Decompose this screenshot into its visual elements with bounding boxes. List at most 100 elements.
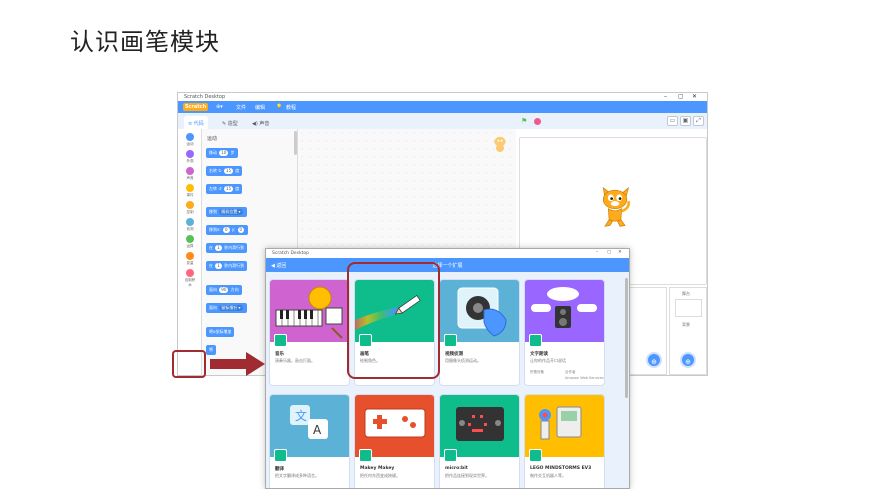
block-input[interactable]: 90	[219, 287, 229, 293]
block-point-direction[interactable]: 面向 90 方向	[206, 285, 242, 295]
card-name: 视频侦测	[445, 352, 463, 357]
block-goto-xy[interactable]: 移到x: 0 y: 0	[206, 225, 249, 235]
file-menu[interactable]: 文件	[236, 104, 246, 111]
choose-backdrop-button[interactable]: ⊕	[680, 352, 696, 368]
window-titlebar: Scratch Desktop – ▢ ✕	[178, 93, 707, 101]
card-name: 音乐	[275, 352, 284, 357]
close-button[interactable]: ✕	[692, 93, 697, 100]
block-glide-xy[interactable]: 在 1 秒内滑行到	[206, 261, 248, 271]
extension-card-music[interactable]: 音乐 演奏乐器，敲击打鼓。	[269, 279, 350, 386]
music-note-icon	[274, 334, 287, 347]
palette-title: 运动	[207, 136, 218, 142]
card-description: 把任何东西变成按键。	[360, 473, 400, 478]
card-name: 翻译	[275, 467, 284, 472]
dialog-minimize-button[interactable]: –	[596, 250, 598, 255]
card-description: 用摄像头侦测运动。	[445, 358, 481, 363]
block-input[interactable]: 0	[237, 227, 245, 233]
card-collaborator-name: Amazon Web Services	[565, 376, 604, 380]
block-text: 移到	[209, 209, 217, 214]
tutorial-menu[interactable]: 教程	[286, 104, 296, 111]
block-input[interactable]: 1	[215, 245, 222, 251]
extension-card-text-to-speech[interactable]: 文字朗读 让你的作品开口说话 所需设备 合作者 Amazon Web Servi…	[524, 279, 605, 386]
block-text: 秒内滑行到	[224, 263, 245, 268]
extension-grid: 音乐 演奏乐器，敲击打鼓。 画笔 绘制角色。 视频侦测 用摄像头侦测运动。 文字…	[266, 272, 629, 488]
add-backdrop-icon: ⊕	[685, 358, 691, 366]
dialog-titlebar: Scratch Desktop – ▢ ✕	[266, 249, 629, 258]
window-title: Scratch Desktop	[184, 94, 226, 100]
block-input[interactable]: 10	[219, 150, 229, 156]
block-input[interactable]: 15	[223, 168, 234, 174]
block-text: 右转	[209, 168, 217, 173]
extension-card-microbit[interactable]: micro:bit 把作品连接到现实世界。	[439, 394, 520, 488]
dialog-maximize-button[interactable]: ▢	[607, 250, 611, 255]
dialog-title: 选择一个扩展	[432, 263, 463, 269]
dialog-window-title: Scratch Desktop	[272, 251, 310, 256]
block-turn-left[interactable]: 左转 ↺ 15 度	[206, 184, 243, 194]
tab-code[interactable]: ≡ 代码	[184, 116, 208, 129]
category-sound[interactable]: 声音	[184, 167, 196, 181]
edit-menu[interactable]: 编辑	[255, 104, 265, 111]
category-looks[interactable]: 外观	[184, 150, 196, 164]
palette-scrollbar[interactable]	[294, 131, 297, 155]
maximize-button[interactable]: ▢	[678, 93, 684, 100]
translate-illustration-icon: 文 A	[270, 395, 349, 457]
extension-card-translate[interactable]: 文 A 翻译 把文字翻译成多种语言。	[269, 394, 350, 488]
microbit-illustration-icon	[440, 395, 519, 457]
block-dropdown[interactable]: 随机位置 ▾	[219, 209, 243, 215]
category-motion[interactable]: 运动	[184, 133, 196, 147]
stop-icon[interactable]	[534, 118, 541, 125]
category-label: 变量	[186, 261, 194, 265]
block-text: 面向	[209, 287, 217, 292]
minimize-button[interactable]: –	[664, 93, 667, 100]
category-control[interactable]: 控制	[184, 201, 196, 215]
fullscreen-button[interactable]: ⤢	[693, 116, 704, 126]
block-text: 左转	[209, 186, 217, 191]
block-text: 移动	[209, 150, 217, 155]
block-dropdown[interactable]: 鼠标指针 ▾	[219, 305, 243, 311]
choose-sprite-button[interactable]: ⊕	[646, 352, 662, 368]
language-menu[interactable]: ⊕▾	[216, 104, 223, 110]
speech-icon	[529, 334, 542, 347]
menubar: Scratch ⊕▾ 文件 编辑 💡 教程	[178, 101, 707, 113]
block-goto[interactable]: 移到 随机位置 ▾	[206, 207, 247, 217]
block-change-x[interactable]: 将x坐标增加	[206, 327, 235, 337]
extension-button-highlight	[172, 350, 206, 378]
scratch-cat-sprite[interactable]	[598, 186, 632, 228]
card-description: 把作品连接到现实世界。	[445, 473, 489, 478]
category-dot	[186, 201, 194, 209]
block-move[interactable]: 移动 10 步	[206, 148, 238, 158]
category-dot	[186, 218, 194, 226]
category-label: 运动	[186, 142, 194, 146]
tab-costumes[interactable]: ✎ 造型	[218, 116, 242, 129]
block-input[interactable]: 1	[215, 263, 222, 269]
stage-thumbnail[interactable]	[675, 299, 702, 317]
block-turn-right[interactable]: 右转 ↻ 15 度	[206, 166, 243, 176]
block-text: 秒内滑行到	[224, 245, 245, 250]
large-stage-button[interactable]: ▣	[680, 116, 691, 126]
extension-card-video-sensing[interactable]: 视频侦测 用摄像头侦测运动。	[439, 279, 520, 386]
category-operators[interactable]: 运算	[184, 235, 196, 249]
small-stage-button[interactable]: ▭	[667, 116, 678, 126]
category-dot	[186, 133, 194, 141]
category-myblocks[interactable]: 自制积木	[184, 269, 196, 288]
block-text: 将x坐标增加	[209, 329, 232, 334]
green-flag-icon[interactable]: ⚑	[521, 118, 527, 125]
dialog-close-button[interactable]: ✕	[618, 250, 622, 255]
extension-card-makey-makey[interactable]: Makey Makey 把任何东西变成按键。	[354, 394, 435, 488]
block-text: 在	[209, 263, 213, 268]
block-input[interactable]: 0	[223, 227, 230, 233]
block-input[interactable]: 15	[223, 186, 234, 192]
block-point-towards[interactable]: 面向 鼠标指针 ▾	[206, 303, 247, 313]
tab-sounds[interactable]: ◀) 声音	[248, 116, 273, 129]
category-events[interactable]: 事件	[184, 184, 196, 198]
rotate-left-icon: ↺	[218, 186, 222, 191]
extension-card-lego-ev3[interactable]: LEGO MINDSTORMS EV3 制作交互机器人等。	[524, 394, 605, 488]
scratch-logo[interactable]: Scratch	[183, 103, 208, 111]
category-sensing[interactable]: 侦测	[184, 218, 196, 232]
block-text: 度	[235, 186, 240, 191]
category-variables[interactable]: 变量	[184, 252, 196, 266]
card-description: 制作交互机器人等。	[530, 473, 566, 478]
category-strip: 运动 外观 声音 事件 控制 侦测 运算 变量 自制积木 ⊞+	[178, 129, 202, 375]
block-glide-random[interactable]: 在 1 秒内滑行到	[206, 243, 248, 253]
dialog-scrollbar[interactable]	[625, 278, 628, 398]
